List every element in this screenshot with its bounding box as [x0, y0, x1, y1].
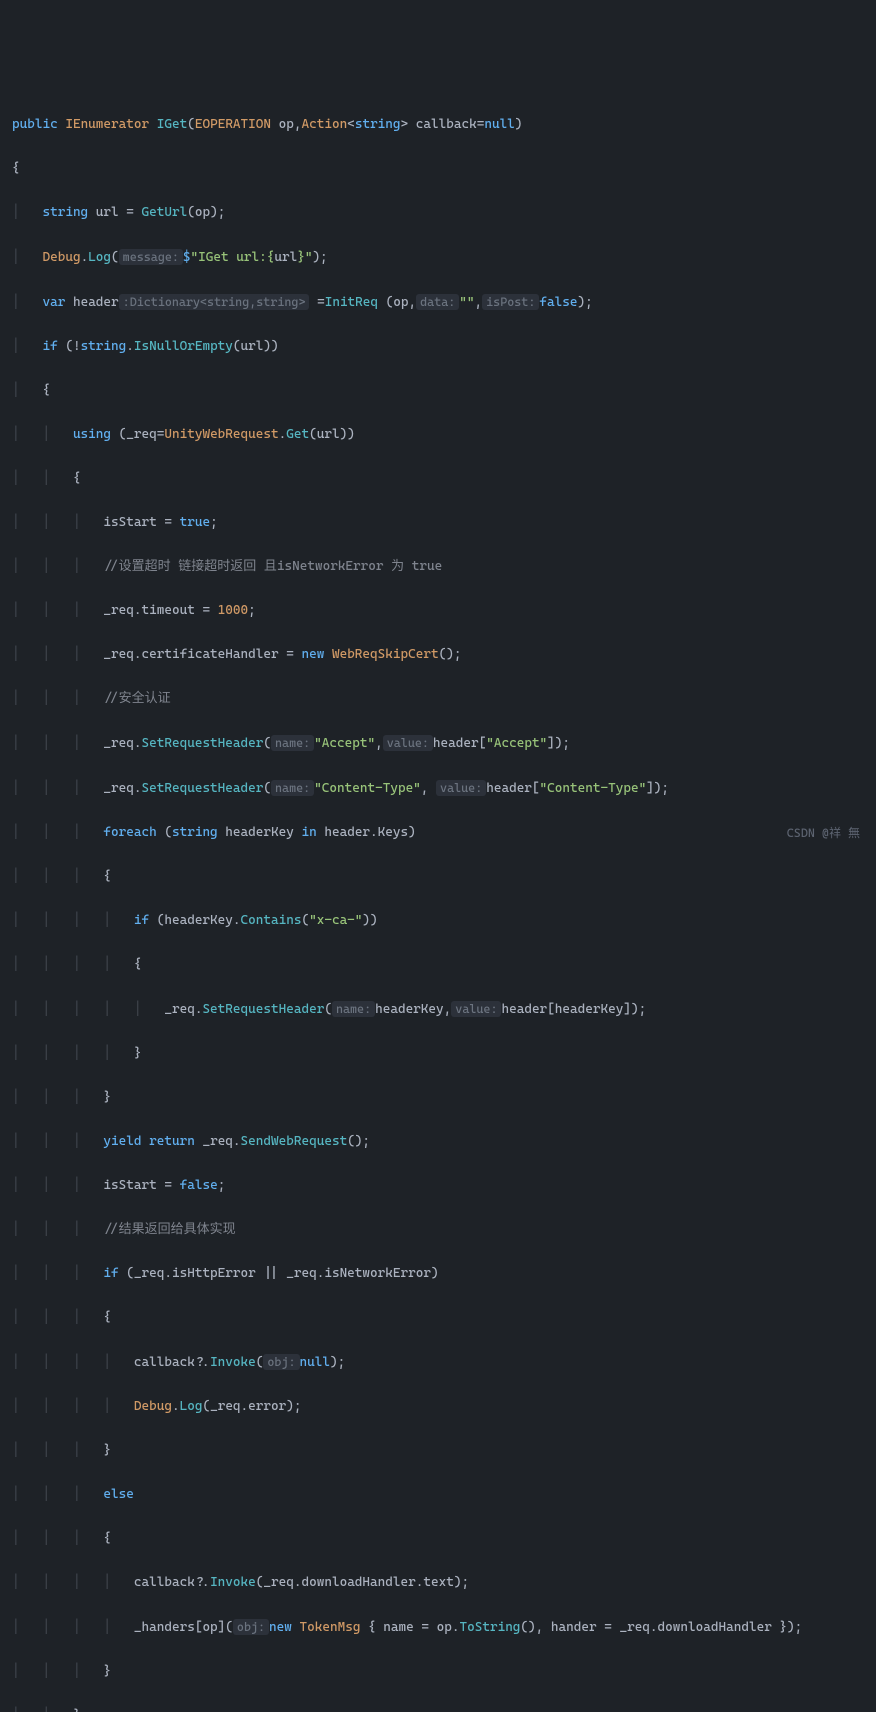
comment: //安全认证 — [103, 691, 170, 706]
code-line: public IEnumerator IGet(EOPERATION op,Ac… — [12, 114, 864, 136]
code-line: │ │ │ foreach (string headerKey in heade… — [12, 822, 864, 844]
inlay-hint: message: — [119, 249, 183, 265]
code-line: │ │ │ _req.timeout = 1000; — [12, 600, 864, 622]
inlay-hint: name: — [271, 780, 314, 796]
code-line: │ │ │ _req.certificateHandler = new WebR… — [12, 644, 864, 666]
code-line: │ │ using (_req=UnityWebRequest.Get(url)… — [12, 424, 864, 446]
code-line: │ Debug.Log(message:$"IGet url:{url}"); — [12, 246, 864, 269]
code-line: │ │ │ isStart = true; — [12, 512, 864, 534]
code-line: │ │ │ │ _handers[op](obj:new TokenMsg { … — [12, 1616, 864, 1639]
inlay-hint: isPost: — [482, 294, 539, 310]
code-line: │ │ │ _req.SetRequestHeader(name:"Accept… — [12, 732, 864, 755]
code-line: │ │ │ } — [12, 1440, 864, 1462]
code-line: │ │ │ //安全认证 — [12, 688, 864, 710]
code-line: │ if (!string.IsNullOrEmpty(url)) — [12, 336, 864, 358]
watermark: CSDN @祥 無 — [787, 822, 860, 844]
inlay-hint: value: — [451, 1001, 501, 1017]
comment: //设置超时 链接超时返回 且isNetworkError 为 true — [103, 559, 442, 574]
code-line: │ │ │ │ Debug.Log(_req.error); — [12, 1396, 864, 1418]
code-line: │ │ │ { — [12, 866, 864, 888]
inlay-hint: data: — [416, 294, 459, 310]
code-line: │ │ { — [12, 468, 864, 490]
code-line: │ │ │ yield return _req.SendWebRequest()… — [12, 1131, 864, 1153]
code-editor[interactable]: public IEnumerator IGet(EOPERATION op,Ac… — [12, 92, 864, 1712]
inlay-hint: obj: — [233, 1619, 269, 1635]
inlay-hint: obj: — [263, 1354, 299, 1370]
code-line: │ │ │ //结果返回给具体实现 — [12, 1219, 864, 1241]
code-line: │ string url = GetUrl(op); — [12, 202, 864, 224]
inlay-hint: name: — [271, 735, 314, 751]
code-line: │ │ │ │ │ _req.SetRequestHeader(name:hea… — [12, 998, 864, 1021]
comment: //结果返回给具体实现 — [103, 1222, 235, 1237]
code-line: │ │ │ { — [12, 1307, 864, 1329]
inlay-hint: value: — [436, 780, 486, 796]
code-line: │ │ │ │ { — [12, 954, 864, 976]
code-line: │ │ │ │ callback?.Invoke(_req.downloadHa… — [12, 1572, 864, 1594]
code-line: │ var header:Dictionary<string,string> =… — [12, 291, 864, 314]
code-line: │ │ │ { — [12, 1528, 864, 1550]
inlay-hint: value: — [383, 735, 433, 751]
code-line: │ │ │ else — [12, 1484, 864, 1506]
code-line: │ │ │ } — [12, 1087, 864, 1109]
code-line: │ │ │ │ if (headerKey.Contains("x-ca-")) — [12, 910, 864, 932]
code-line: │ │ │ if (_req.isHttpError || _req.isNet… — [12, 1263, 864, 1285]
code-line: │ │ │ //设置超时 链接超时返回 且isNetworkError 为 tr… — [12, 556, 864, 578]
inlay-hint: :Dictionary<string,string> — [119, 294, 310, 310]
code-line: │ │ │ │ callback?.Invoke(obj:null); — [12, 1351, 864, 1374]
code-line: { — [12, 158, 864, 180]
code-line: │ │ │ isStart = false; — [12, 1175, 864, 1197]
code-line: │ │ │ _req.SetRequestHeader(name:"Conten… — [12, 777, 864, 800]
code-line: │ │ │ } — [12, 1661, 864, 1683]
inlay-hint: name: — [332, 1001, 375, 1017]
code-line: │ │ } — [12, 1705, 864, 1712]
code-line: │ { — [12, 380, 864, 402]
code-line: │ │ │ │ } — [12, 1043, 864, 1065]
